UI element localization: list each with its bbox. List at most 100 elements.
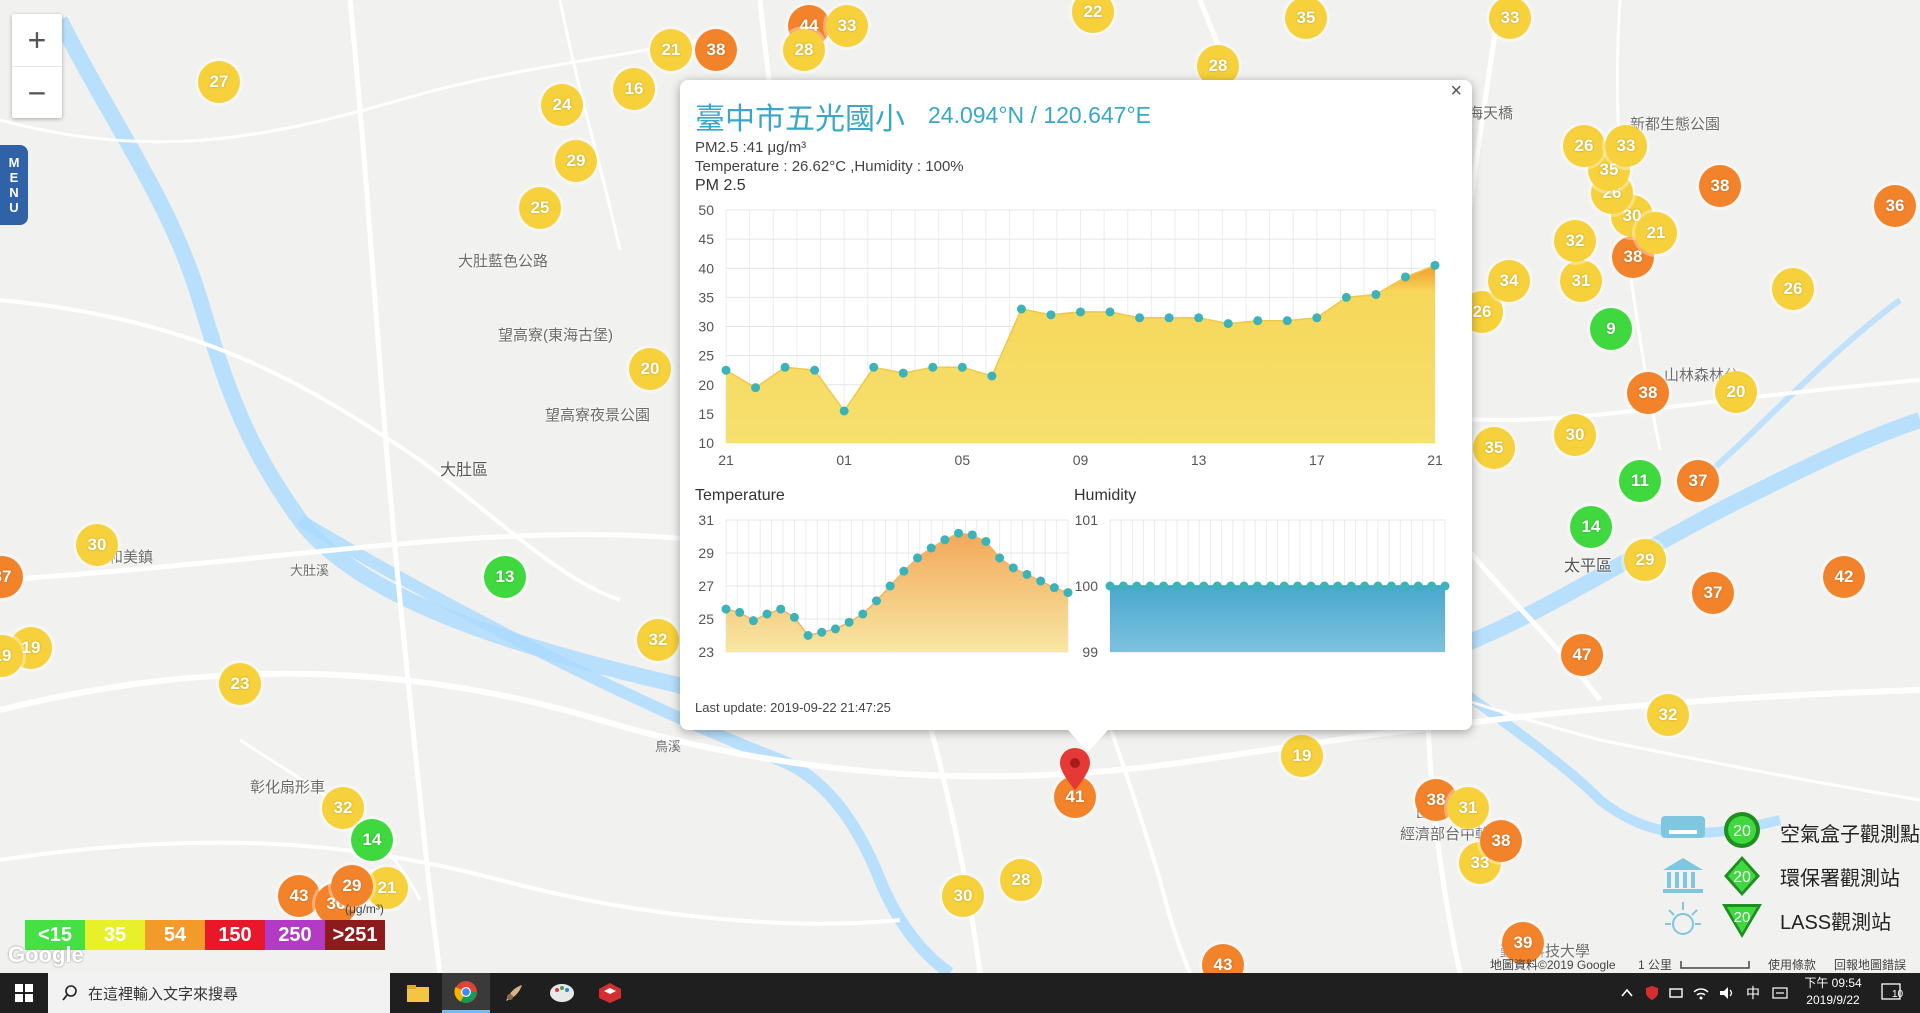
sensor-marker[interactable]: 11 bbox=[1619, 460, 1661, 502]
keyboard-icon[interactable] bbox=[1772, 985, 1788, 1001]
menu-letter: E bbox=[9, 170, 19, 185]
sensor-marker[interactable]: 20 bbox=[629, 348, 671, 390]
sensor-marker[interactable]: 14 bbox=[1570, 506, 1612, 548]
sensor-marker[interactable]: 23 bbox=[219, 663, 261, 705]
data-point bbox=[780, 362, 790, 372]
sensor-marker[interactable]: 30 bbox=[1554, 414, 1596, 456]
data-point bbox=[1371, 289, 1381, 299]
ime-indicator[interactable]: 中 bbox=[1746, 983, 1760, 1003]
zoom-in-button[interactable]: + bbox=[12, 14, 62, 67]
start-button[interactable] bbox=[0, 973, 48, 1013]
sensor-marker[interactable]: 42 bbox=[1823, 556, 1865, 598]
unit-label: (μg/m³) bbox=[345, 902, 384, 916]
data-point bbox=[1413, 581, 1423, 591]
map-data-attribution: 地圖資料©2019 Google bbox=[1490, 958, 1616, 972]
sensor-marker[interactable]: 38 bbox=[1480, 820, 1522, 862]
data-point bbox=[1360, 581, 1370, 591]
data-point bbox=[1440, 581, 1450, 591]
wifi-icon[interactable] bbox=[1692, 985, 1710, 1001]
data-point bbox=[995, 553, 1005, 563]
sensor-marker[interactable]: 13 bbox=[484, 556, 526, 598]
app-button[interactable] bbox=[490, 973, 538, 1013]
sensor-marker[interactable]: 34 bbox=[1488, 260, 1530, 302]
sensor-marker[interactable]: 31 bbox=[1447, 787, 1489, 829]
data-point bbox=[1346, 581, 1356, 591]
data-point bbox=[751, 383, 761, 393]
sensor-marker[interactable]: 25 bbox=[519, 187, 561, 229]
notification-button[interactable]: 10 bbox=[1880, 981, 1906, 1005]
data-point bbox=[1333, 581, 1343, 591]
sensor-marker[interactable]: 30 bbox=[76, 524, 118, 566]
place-label: 大肚區 bbox=[440, 462, 489, 479]
terms-link[interactable]: 使用條款 bbox=[1768, 956, 1816, 973]
location-pin-icon[interactable] bbox=[1058, 746, 1092, 792]
sensor-marker[interactable]: 16 bbox=[613, 68, 655, 110]
data-point bbox=[1172, 581, 1182, 591]
sensor-marker[interactable]: 21 bbox=[1635, 212, 1677, 254]
sensor-marker[interactable]: 21 bbox=[650, 29, 692, 71]
y-tick-label: 27 bbox=[698, 578, 714, 594]
sensor-marker[interactable]: 32 bbox=[1647, 694, 1689, 736]
y-tick-label: 20 bbox=[698, 377, 714, 393]
data-point bbox=[913, 553, 923, 563]
sensor-marker[interactable]: 32 bbox=[322, 787, 364, 829]
x-tick-label: 01 bbox=[836, 452, 852, 468]
sensor-marker[interactable]: 14 bbox=[351, 819, 393, 861]
shield-icon[interactable] bbox=[1644, 985, 1660, 1001]
chevron-up-icon[interactable] bbox=[1620, 986, 1634, 1000]
taskbar: 在這裡輸入文字來搜尋 中 下午 09:54 2019/9/22 10 bbox=[0, 973, 1920, 1013]
zoom-out-button[interactable]: − bbox=[12, 67, 62, 119]
data-point bbox=[1293, 581, 1303, 591]
sensor-marker[interactable]: 33 bbox=[1605, 125, 1647, 167]
sensor-marker[interactable]: 37 bbox=[1692, 572, 1734, 614]
clock[interactable]: 下午 09:54 2019/9/22 bbox=[1794, 975, 1872, 1009]
data-point bbox=[776, 604, 786, 614]
data-point bbox=[1400, 272, 1410, 282]
sensor-marker[interactable]: 43 bbox=[278, 875, 320, 917]
data-point bbox=[844, 617, 854, 627]
app-button[interactable] bbox=[538, 973, 586, 1013]
sensor-marker[interactable]: 28 bbox=[1000, 859, 1042, 901]
sensor-marker[interactable]: 26 bbox=[1772, 268, 1814, 310]
sensor-marker[interactable]: 30 bbox=[942, 875, 984, 917]
sensor-marker[interactable]: 38 bbox=[1627, 372, 1669, 414]
sensor-marker[interactable]: 36 bbox=[1874, 185, 1916, 227]
clock-time: 下午 09:54 bbox=[1804, 976, 1862, 990]
sensor-marker[interactable]: 32 bbox=[1554, 220, 1596, 262]
taskbar-search[interactable]: 在這裡輸入文字來搜尋 bbox=[48, 973, 390, 1013]
sensor-marker[interactable]: 37 bbox=[1677, 460, 1719, 502]
sensor-marker[interactable]: 38 bbox=[695, 29, 737, 71]
sensor-marker[interactable]: 28 bbox=[783, 29, 825, 71]
sensor-marker[interactable]: 29 bbox=[555, 140, 597, 182]
sensor-marker[interactable]: 31 bbox=[1560, 260, 1602, 302]
data-point bbox=[810, 365, 820, 375]
sensor-marker[interactable]: 27 bbox=[198, 61, 240, 103]
sensor-marker[interactable]: 32 bbox=[637, 619, 679, 661]
data-point bbox=[1266, 581, 1276, 591]
sensor-marker[interactable]: 9 bbox=[1590, 308, 1632, 350]
sensor-marker[interactable]: 35 bbox=[1473, 427, 1515, 469]
network-icon[interactable] bbox=[1668, 985, 1684, 1001]
report-error-link[interactable]: 回報地圖錯誤 bbox=[1834, 956, 1906, 973]
sensor-marker[interactable]: 24 bbox=[541, 84, 583, 126]
volume-icon[interactable] bbox=[1718, 985, 1736, 1001]
search-placeholder: 在這裡輸入文字來搜尋 bbox=[88, 985, 239, 1003]
app-button[interactable] bbox=[586, 973, 634, 1013]
data-point bbox=[898, 368, 908, 378]
menu-letter: U bbox=[9, 200, 19, 215]
sensor-marker[interactable]: 29 bbox=[1624, 539, 1666, 581]
sensor-marker[interactable]: 20 bbox=[1715, 371, 1757, 413]
sensor-marker[interactable]: 19 bbox=[1281, 735, 1323, 777]
sensor-marker[interactable]: 29 bbox=[331, 865, 373, 907]
sensor-marker[interactable]: 38 bbox=[1699, 165, 1741, 207]
chrome-button[interactable] bbox=[442, 973, 490, 1013]
data-point bbox=[1306, 581, 1316, 591]
search-icon bbox=[62, 985, 77, 1001]
sensor-marker[interactable]: 33 bbox=[826, 5, 868, 47]
sensor-marker[interactable]: 47 bbox=[1561, 634, 1603, 676]
menu-tab[interactable]: M E N U bbox=[0, 145, 28, 225]
sensor-marker[interactable]: 26 bbox=[1563, 125, 1605, 167]
data-point bbox=[1212, 581, 1222, 591]
file-explorer-button[interactable] bbox=[394, 973, 442, 1013]
y-tick-label: 100 bbox=[1075, 578, 1099, 594]
